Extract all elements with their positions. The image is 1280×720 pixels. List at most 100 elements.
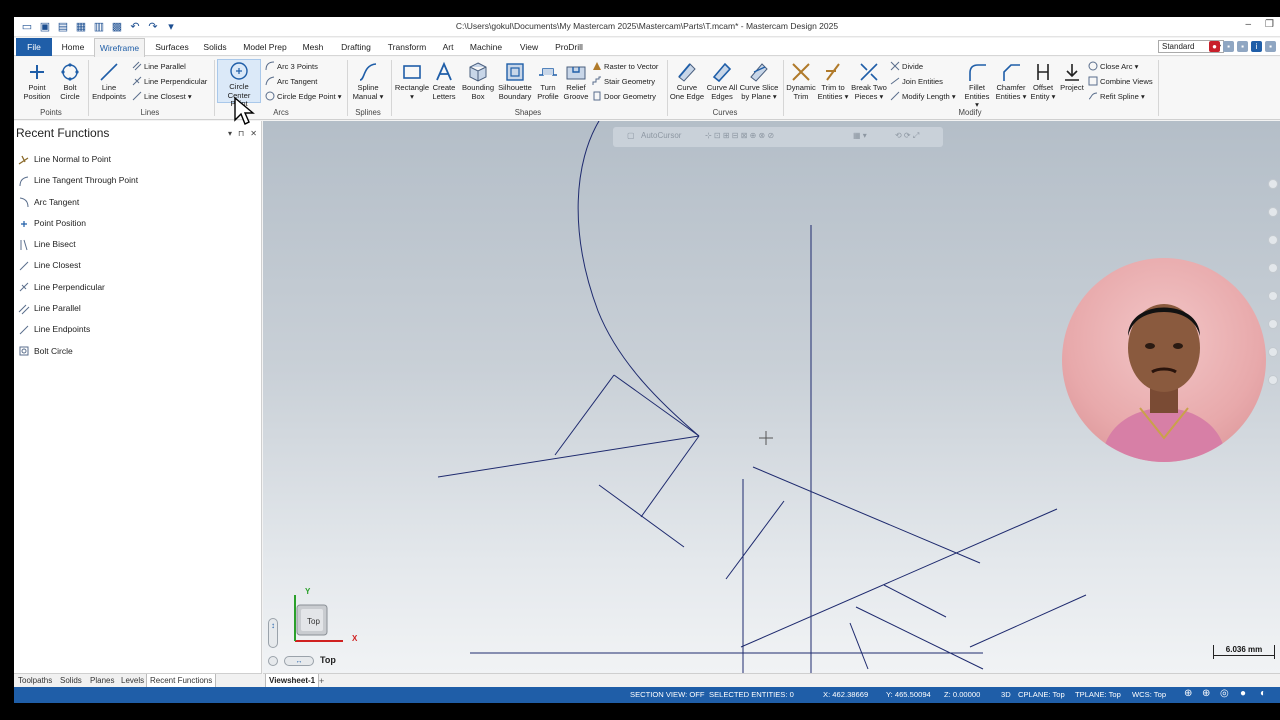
bolt-circle-button[interactable]: Bolt Circle [56, 61, 84, 101]
arc-3-points-button[interactable]: Arc 3 Points [265, 60, 318, 73]
tplane-status[interactable]: TPLANE: Top [1075, 690, 1121, 699]
options-icon[interactable]: ▪ [1223, 41, 1234, 52]
tab-home[interactable]: Home [58, 38, 88, 56]
help-icon[interactable]: i [1251, 41, 1262, 52]
side-tool-icon[interactable] [1268, 235, 1278, 245]
minimize-icon[interactable]: – [1245, 19, 1251, 30]
tab-wireframe[interactable]: Wireframe [94, 38, 145, 57]
globe-icon[interactable]: ⊕ [1184, 688, 1192, 699]
stair-geometry-button[interactable]: Stair Geometry [592, 75, 655, 88]
chamfer-entities-button[interactable]: Chamfer Entities ▾ [994, 61, 1028, 101]
arc-tangent-button[interactable]: Arc Tangent [265, 75, 317, 88]
side-tool-icon[interactable] [1268, 347, 1278, 357]
tab-machine[interactable]: Machine [469, 38, 503, 56]
line-entity[interactable] [855, 606, 984, 670]
add-viewsheet-button[interactable]: + [319, 674, 324, 688]
side-tool-icon[interactable] [1268, 263, 1278, 273]
recent-item-line-tangent-through-point[interactable]: Line Tangent Through Point [18, 170, 258, 191]
tab-levels[interactable]: Levels [121, 674, 144, 688]
recent-item-line-normal-to-point[interactable]: Line Normal to Point [18, 149, 258, 170]
transparency-icon[interactable]: ◐ [1260, 688, 1266, 699]
recent-item-line-bisect[interactable]: Line Bisect [18, 234, 258, 255]
raster-to-vector-button[interactable]: Raster to Vector [592, 60, 658, 73]
arc-entity[interactable] [577, 121, 700, 437]
tab-transform[interactable]: Transform [386, 38, 428, 56]
tab-model-prep[interactable]: Model Prep [240, 38, 290, 56]
line-entity[interactable] [752, 466, 981, 564]
line-entity[interactable] [554, 374, 615, 456]
viewsheet-tab[interactable]: Viewsheet-1 [265, 674, 320, 688]
tab-file[interactable]: File [16, 38, 52, 56]
line-entity[interactable] [969, 594, 1087, 648]
section-view-status[interactable]: SECTION VIEW: OFF [630, 690, 705, 699]
turn-profile-button[interactable]: Turn Profile [534, 61, 562, 101]
silhouette-boundary-button[interactable]: Silhouette Boundary [496, 61, 534, 101]
divide-button[interactable]: Divide [890, 60, 923, 73]
recent-item-arc-tangent[interactable]: Arc Tangent [18, 192, 258, 213]
tab-art[interactable]: Art [440, 38, 456, 56]
circle-edge-point-button[interactable]: Circle Edge Point ▾ [265, 90, 342, 103]
line-parallel-button[interactable]: Line Parallel [132, 60, 186, 73]
recent-item-line-parallel[interactable]: Line Parallel [18, 298, 258, 319]
line-entity[interactable] [883, 584, 947, 618]
door-geometry-button[interactable]: Door Geometry [592, 90, 656, 103]
cplane-status[interactable]: CPLANE: Top [1018, 690, 1065, 699]
home-view-icon[interactable] [268, 656, 278, 666]
pin-icon[interactable]: ⊓ [238, 129, 244, 138]
curve-slice-button[interactable]: Curve Slice by Plane ▾ [739, 61, 779, 101]
shading-icon[interactable]: ◎ [1220, 688, 1229, 699]
trim-to-entities-button[interactable]: Trim to Entities ▾ [817, 61, 849, 101]
modify-length-button[interactable]: Modify Length ▾ [890, 90, 956, 103]
line-entity[interactable] [613, 374, 700, 437]
curve-one-edge-button[interactable]: Curve One Edge [669, 61, 705, 101]
line-entity[interactable] [849, 622, 869, 670]
layout-icon[interactable]: ▪ [1237, 41, 1248, 52]
recent-item-line-closest[interactable]: Line Closest [18, 255, 258, 276]
tab-drafting[interactable]: Drafting [338, 38, 374, 56]
refit-spline-button[interactable]: Refit Spline ▾ [1088, 90, 1145, 103]
line-entity[interactable] [437, 435, 700, 478]
side-tool-icon[interactable] [1268, 207, 1278, 217]
create-letters-button[interactable]: Create Letters [429, 61, 459, 101]
rectangle-button[interactable]: Rectangle ▾ [393, 61, 431, 101]
tab-recent-functions[interactable]: Recent Functions [146, 674, 217, 688]
line-closest-button[interactable]: Line Closest ▾ [132, 90, 192, 103]
side-tool-icon[interactable] [1268, 319, 1278, 329]
point-position-button[interactable]: Point Position [18, 61, 56, 101]
recent-item-point-position[interactable]: Point Position [18, 213, 258, 234]
tab-mesh[interactable]: Mesh [300, 38, 326, 56]
relief-groove-button[interactable]: Relief Groove [562, 61, 590, 101]
spin-view-icon[interactable]: ↔ [284, 656, 314, 666]
dynamic-trim-button[interactable]: Dynamic Trim [785, 61, 817, 101]
fillet-entities-button[interactable]: Fillet Entities ▾ [962, 61, 992, 110]
combine-views-button[interactable]: Combine Views [1088, 75, 1153, 88]
line-entity[interactable] [598, 484, 685, 548]
join-entities-button[interactable]: Join Entities [890, 75, 943, 88]
curve-all-edges-button[interactable]: Curve All Edges [705, 61, 739, 101]
render-icon[interactable]: ● [1240, 688, 1246, 699]
tab-solids[interactable]: Solids [200, 38, 230, 56]
mode-3d[interactable]: 3D [1001, 690, 1011, 699]
line-endpoints-button[interactable]: Line Endpoints [90, 61, 128, 101]
project-button[interactable]: Project [1058, 61, 1086, 93]
line-entity[interactable] [725, 500, 785, 580]
display-mode-icon[interactable]: ⊕ [1202, 688, 1210, 699]
tab-prodrill[interactable]: ProDrill [553, 38, 585, 56]
selected-entities-status[interactable]: SELECTED ENTITIES: 0 [709, 690, 794, 699]
break-two-pieces-button[interactable]: Break Two Pieces ▾ [850, 61, 888, 101]
wcs-status[interactable]: WCS: Top [1132, 690, 1166, 699]
side-tool-icon[interactable] [1268, 291, 1278, 301]
tab-solids-manager[interactable]: Solids [60, 674, 82, 688]
close-arc-button[interactable]: Close Arc ▾ [1088, 60, 1138, 73]
offset-entity-button[interactable]: Offset Entity ▾ [1028, 61, 1058, 101]
collapse-ribbon-icon[interactable]: ▪ [1265, 41, 1276, 52]
line-perpendicular-button[interactable]: Line Perpendicular [132, 75, 207, 88]
side-tool-icon[interactable] [1268, 179, 1278, 189]
mastercam-logo-icon[interactable]: ● [1209, 41, 1220, 52]
close-icon[interactable]: ✕ [250, 129, 257, 138]
tab-planes[interactable]: Planes [90, 674, 114, 688]
line-entity[interactable] [740, 508, 1058, 648]
recent-item-bolt-circle[interactable]: Bolt Circle [18, 341, 258, 362]
rotate-view-icon[interactable]: ↕ [268, 618, 278, 648]
recent-item-line-endpoints[interactable]: Line Endpoints [18, 319, 258, 340]
